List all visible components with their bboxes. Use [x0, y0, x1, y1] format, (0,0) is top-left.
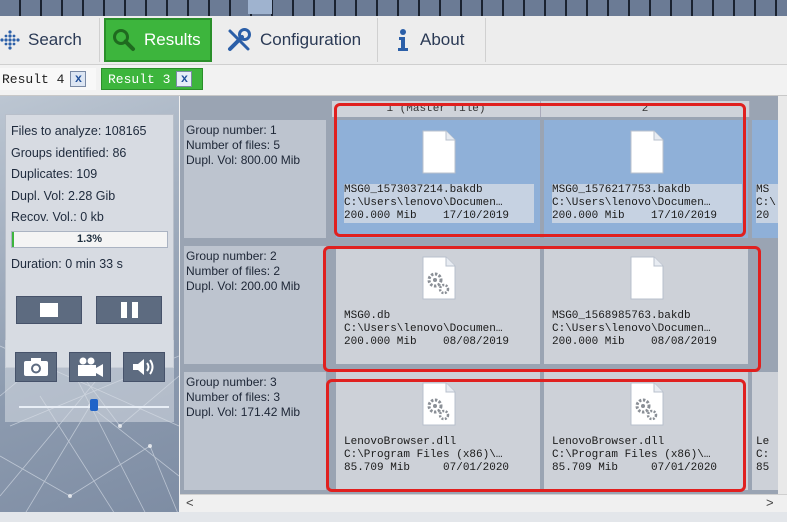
group-duplicate-volume: Dupl. Vol: 200.00 Mib	[186, 279, 301, 293]
scan-progress-label: 1.3%	[76, 232, 103, 245]
media-controls	[5, 340, 174, 422]
nav-configuration-button[interactable]: Configuration	[216, 18, 378, 62]
main-navigation: Search Results Configuration About	[0, 16, 787, 65]
magnifier-icon	[112, 28, 136, 52]
screenshot-button[interactable]	[15, 352, 57, 382]
group-number: Group number: 1	[186, 123, 277, 137]
scan-statistics: Files to analyze: 108165 Groups identifi…	[5, 114, 174, 368]
bottom-taskbar	[0, 512, 787, 522]
nav-search-button[interactable]: Search	[0, 18, 100, 62]
nav-about-button[interactable]: About	[380, 18, 486, 62]
scroll-right-arrow[interactable]: >	[766, 495, 774, 510]
highlight-box-group-1	[334, 103, 746, 237]
scroll-left-arrow[interactable]: <	[186, 495, 194, 510]
file-partial-text: Le C: 85	[756, 436, 770, 474]
stop-button[interactable]	[16, 296, 82, 324]
nav-results-label: Results	[144, 30, 201, 49]
pause-icon	[120, 302, 138, 318]
group-file-count: Number of files: 3	[186, 390, 281, 404]
volume-slider-thumb[interactable]	[90, 399, 98, 411]
nav-search-label: Search	[28, 30, 82, 49]
file-partial-text: MS C:\ 20	[756, 184, 780, 223]
search-dots-icon	[0, 30, 20, 50]
window-strip-highlight	[248, 0, 272, 14]
pause-button[interactable]	[96, 296, 162, 324]
tools-icon	[226, 27, 252, 53]
tab-result-4-label: Result 4	[2, 71, 65, 87]
close-icon[interactable]: x	[176, 71, 193, 87]
nav-configuration-label: Configuration	[260, 30, 362, 49]
vertical-scrollbar[interactable]	[778, 96, 787, 494]
group-file-count: Number of files: 5	[186, 138, 281, 152]
tab-result-3[interactable]: Result 3 x	[101, 68, 203, 90]
group-duplicate-volume: Dupl. Vol: 800.00 Mib	[186, 153, 301, 167]
tab-result-3-label: Result 3	[108, 71, 171, 87]
video-button[interactable]	[69, 352, 111, 382]
stop-icon	[40, 303, 58, 317]
speaker-icon	[133, 359, 154, 375]
recoverable-volume: Recov. Vol.: 0 kb	[11, 210, 104, 224]
nav-about-label: About	[420, 30, 465, 49]
scan-duration: Duration: 0 min 33 s	[11, 256, 123, 271]
duplicate-volume: Dupl. Vol: 2.28 Gib	[11, 188, 116, 203]
camera-icon	[24, 358, 48, 376]
group-number: Group number: 3	[186, 375, 277, 389]
duplicates-count: Duplicates: 109	[11, 167, 98, 181]
video-camera-icon	[78, 357, 103, 377]
highlight-box-group-3	[326, 379, 746, 492]
result-tabs-bar: Result 4 x Result 3 x	[0, 65, 787, 96]
window-top-strip	[0, 0, 787, 16]
group-info: Group number: 2 Number of files: 2 Dupl.…	[184, 246, 326, 364]
group-number: Group number: 2	[186, 249, 277, 263]
highlight-box-group-2	[323, 246, 761, 372]
group-info: Group number: 1 Number of files: 5 Dupl.…	[184, 120, 326, 238]
horizontal-scrollbar[interactable]: < >	[180, 494, 787, 513]
files-to-analyze: Files to analyze: 108165	[11, 124, 147, 138]
tab-result-4[interactable]: Result 4 x	[0, 68, 96, 90]
groups-identified: Groups identified: 86	[11, 145, 127, 160]
sound-button[interactable]	[123, 352, 165, 382]
group-duplicate-volume: Dupl. Vol: 171.42 Mib	[186, 405, 301, 419]
scan-progress-bar: 1.3%	[11, 230, 168, 248]
close-icon[interactable]: x	[70, 71, 87, 87]
nav-results-button[interactable]: Results	[104, 18, 212, 62]
left-panel: Files to analyze: 108165 Groups identifi…	[0, 96, 179, 522]
group-info: Group number: 3 Number of files: 3 Dupl.…	[184, 372, 326, 490]
info-icon	[394, 28, 412, 52]
group-file-count: Number of files: 2	[186, 264, 281, 278]
